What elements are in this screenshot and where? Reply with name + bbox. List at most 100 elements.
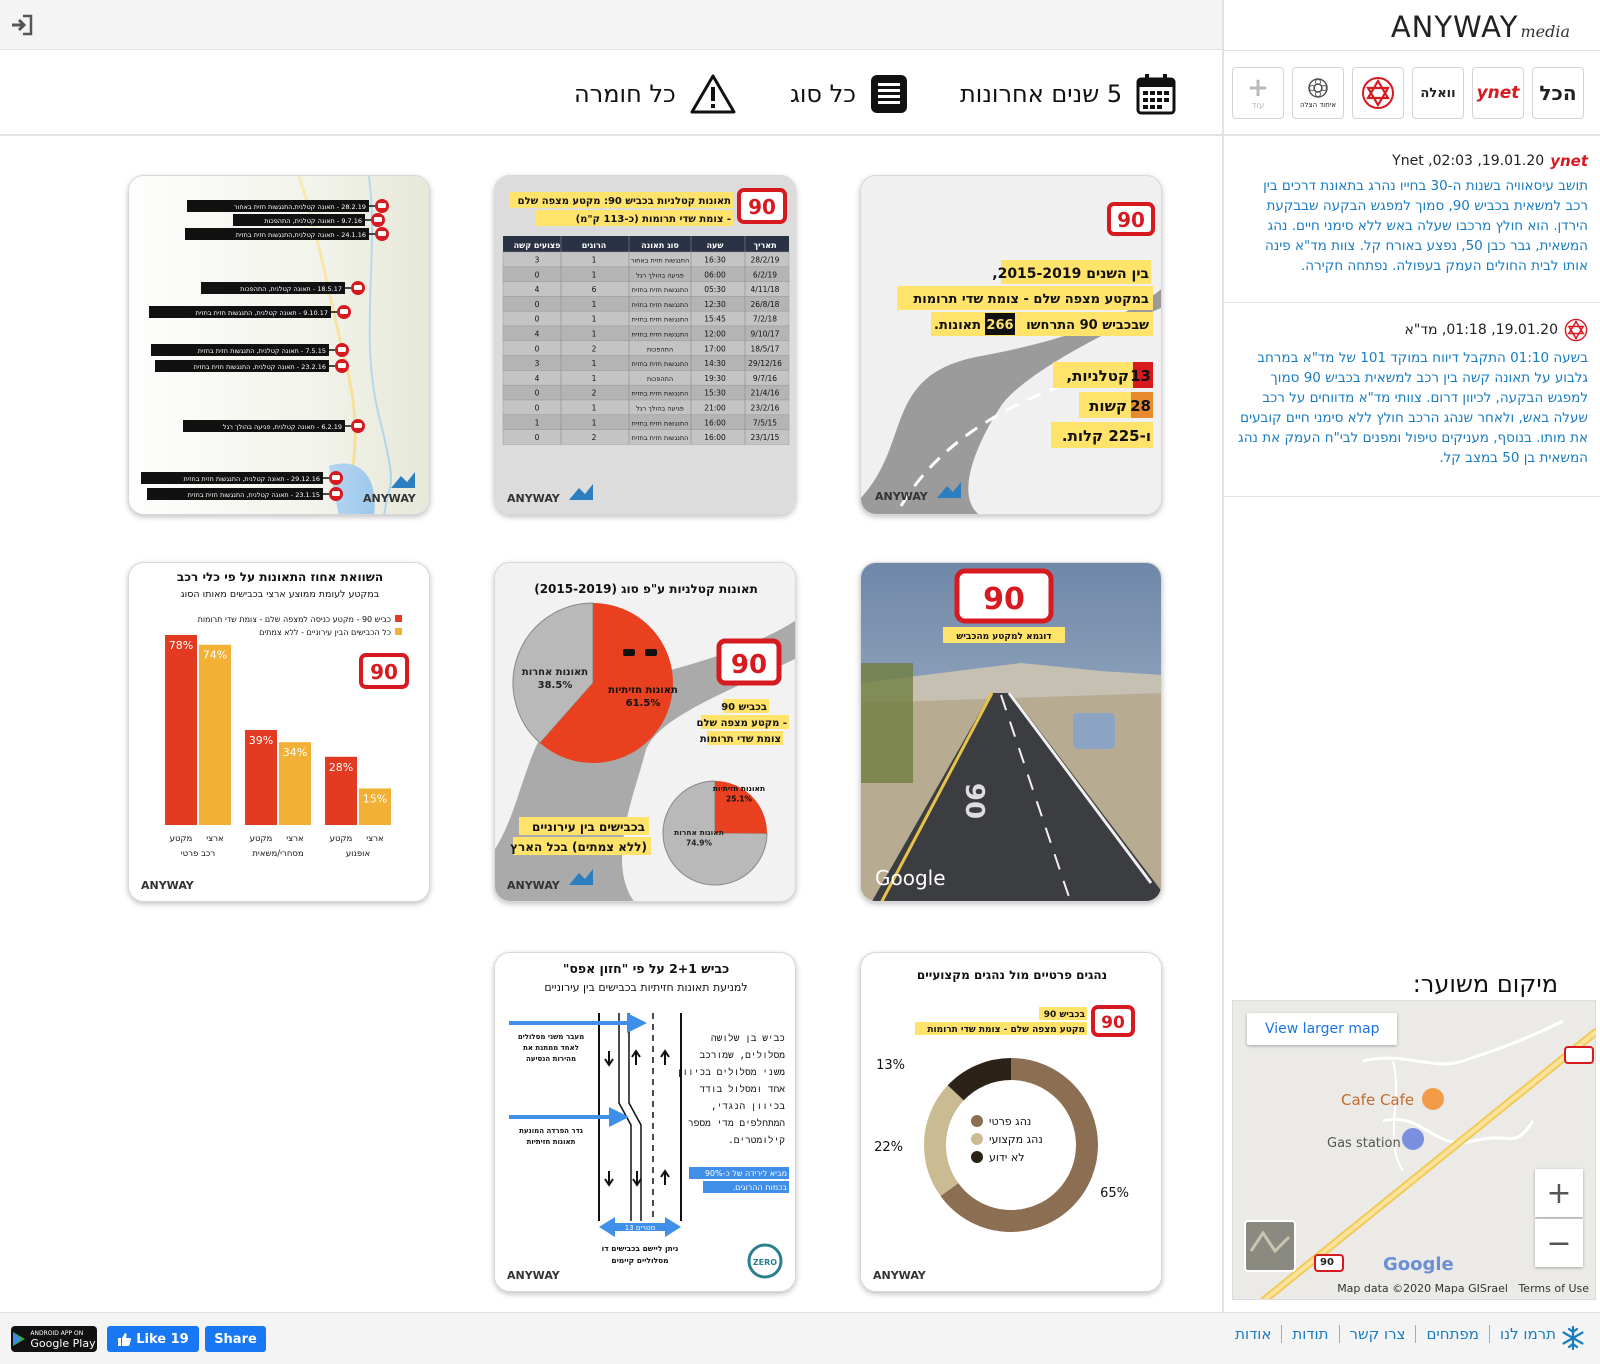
anyway-logo[interactable]: ANYWAY media (1391, 10, 1570, 44)
donut-chart: נהגים פרטיים מול נהגים מקצועיים 90 בכביש… (861, 953, 1161, 1291)
diagram-title: כביש 2+1 על פי "חזון אפס" (563, 961, 729, 976)
painted-road-number: 90 (959, 783, 989, 819)
table-cell: 06:00 (704, 270, 726, 279)
car-icon-shape (378, 231, 386, 236)
source-all-button[interactable]: הכל (1532, 67, 1584, 119)
table-cell: התנגשות חזית בחזית (632, 419, 689, 427)
infographic-card-bars[interactable]: השוואת אחוז התאונות על פי כלי רכב במקטע … (128, 562, 430, 902)
road-number: 90 (1117, 208, 1145, 232)
description-line: אחד ומסלול בודד (699, 1083, 785, 1095)
table-cell: התהפכות (647, 345, 673, 353)
news-item[interactable]: ynet Ynet ,02:03 ,19.01.20 תושב עיסאוויה… (1238, 152, 1588, 276)
map-zoom-in-button[interactable]: + (1535, 1169, 1583, 1217)
sign-in-icon[interactable] (10, 14, 34, 36)
footer-link-about[interactable]: אודות (1235, 1325, 1271, 1343)
facebook-like-button[interactable]: Like 19 (107, 1326, 199, 1352)
table-cell: 12:00 (704, 330, 726, 339)
infographic-card-stats[interactable]: 90 בין השנים 2015-2019, במקטע מצפה שלם -… (860, 175, 1162, 515)
source-mda-button[interactable] (1352, 67, 1404, 119)
table-cell: 0 (535, 433, 540, 442)
legend-item: כל הכבישים הבין עירוניים - ללא צמתים (259, 628, 391, 637)
bar-tick-label: ארצי (286, 834, 303, 844)
divider (1224, 302, 1600, 303)
calendar-icon (1136, 74, 1176, 115)
infographic-card-road-design[interactable]: כביש 2+1 על פי "חזון אפס" למניעת תאונות … (494, 952, 796, 1292)
map-terms-link[interactable]: Terms of Use (1518, 1282, 1589, 1295)
table-cell: 4 (535, 374, 540, 383)
footer-link-contact[interactable]: צרו קשר (1350, 1325, 1406, 1343)
bar-value-label: 39% (249, 734, 273, 747)
diagram-note: מסלוליים קיימים (611, 1256, 668, 1265)
stat-line: במקטע מצפה שלם - צומת שדי תרומות (913, 292, 1149, 307)
footer-link-donate[interactable]: תרמו לנו (1500, 1325, 1556, 1343)
table-cell: 1 (592, 404, 597, 413)
arrow-caption: תאונות חזיתיות (527, 1138, 576, 1146)
stat-line: בין השנים 2015-2019, (992, 266, 1149, 282)
source-walla-button[interactable]: וואלה (1412, 67, 1464, 119)
table-cell: 9/7/16 (753, 374, 777, 383)
source-more-button[interactable]: + עוד (1232, 67, 1284, 119)
bar-value-label: 78% (169, 639, 193, 652)
donut-pct: 22% (874, 1140, 903, 1155)
table-cell: 1 (592, 256, 597, 265)
table-cell: 17:00 (704, 344, 726, 353)
map-zoom-out-button[interactable]: − (1535, 1219, 1583, 1267)
location-map[interactable]: View larger map Cafe Cafe Gas station 90… (1232, 1000, 1596, 1300)
map-poi-cafe[interactable]: Cafe Cafe (1341, 1091, 1414, 1109)
table-cell: התנגשות חזית באחור (631, 257, 690, 265)
legend-item: כביש 90 - מקטע כניסה למצפה שלם - צומת שד… (198, 615, 391, 624)
sidebar: ANYWAY media הכל ynet וואלה איחוד הצלה +… (1222, 0, 1600, 1312)
road-diagram: כביש 2+1 על פי "חזון אפס" למניעת תאונות … (495, 953, 795, 1291)
table-cell: התנגשות חזית בחזית (632, 316, 689, 324)
ynet-icon: ynet (1550, 152, 1588, 170)
snowflake-icon[interactable] (1560, 1325, 1586, 1351)
table-cell: 15:30 (704, 389, 726, 398)
infographic-card-map[interactable]: 28.2.19 - תאונה קטלנית,התנגשות חזית באחו… (128, 175, 430, 515)
date-filter[interactable]: 5 שנים אחרונות (960, 72, 1176, 116)
accident-label-text: 23.1.15 - תאונה קטלנית, התנגשות חזית בחז… (188, 491, 320, 499)
pie-caption: - מקטע מצפה שלם (697, 718, 787, 729)
pie-title: תאונות קטלניות ע"פ סוג (2015-2019) (534, 582, 758, 596)
pie-label: 25.1% (726, 795, 753, 804)
footer-link-thanks[interactable]: תודות (1292, 1325, 1328, 1343)
table-cell: 0 (535, 404, 540, 413)
map-attribution: Map data ©2020 Mapa GISrael Terms of Use (1337, 1282, 1589, 1295)
table-header-cell: סוג תאונה (641, 241, 679, 250)
google-play-icon (13, 1332, 26, 1346)
table-cell: 0 (535, 300, 540, 309)
anyway-brand: ANYWAY (363, 492, 417, 505)
warning-icon (690, 74, 736, 114)
table-cell: 7/2/18 (753, 315, 777, 324)
anyway-brand: ANYWAY (141, 879, 195, 892)
infographic-card-table[interactable]: 90 תאונות קטלניות בכביש 90: מקטע מצפה של… (494, 175, 796, 515)
donut-pct: 65% (1100, 1186, 1129, 1201)
infographic-card-pies[interactable]: תאונות קטלניות ע"פ סוג (2015-2019) 90 תא… (494, 562, 796, 902)
card-table-graphic: 90 תאונות קטלניות בכביש 90: מקטע מצפה של… (495, 176, 795, 514)
stat-line: קשות (1089, 397, 1127, 415)
map-poi-gas[interactable]: Gas station (1327, 1136, 1401, 1151)
news-item[interactable]: 19.01.20, 01:18, מד"א בשעה 01:10 התקבל ד… (1238, 318, 1588, 468)
news-header: 19.01.20, 01:18, מד"א (1238, 318, 1588, 342)
footer-link-developers[interactable]: מפתחים (1426, 1325, 1479, 1343)
car-icon-shape (378, 203, 386, 208)
view-larger-map-link[interactable]: View larger map (1247, 1013, 1398, 1045)
table-header-cell: שעה (707, 241, 724, 250)
infographic-card-donut[interactable]: נהגים פרטיים מול נהגים מקצועיים 90 בכביש… (860, 952, 1162, 1292)
link-separator (1281, 1325, 1283, 1343)
legend-dot (971, 1115, 983, 1127)
infographic-card-photo[interactable]: 90 דוגמא למקטע מהכביש 90 Google (860, 562, 1162, 902)
anyway-brand: ANYWAY (507, 1269, 561, 1282)
type-filter[interactable]: כל סוג (790, 72, 908, 116)
car-icon (623, 649, 635, 656)
severity-filter[interactable]: כל חומרה (574, 72, 736, 116)
table-cell: 15:45 (704, 315, 726, 324)
table-cell: פגיעה בהולך רגל (636, 405, 684, 413)
source-ichud-button[interactable]: איחוד הצלה (1292, 67, 1344, 119)
bar-value-label: 34% (283, 746, 307, 759)
table-cell: 26/8/18 (751, 300, 780, 309)
facebook-share-button[interactable]: Share (205, 1326, 266, 1352)
google-play-badge[interactable]: ANDROID APP ON Google Play (11, 1326, 97, 1352)
like-label: Like 19 (136, 1331, 189, 1347)
source-ynet-button[interactable]: ynet (1472, 67, 1524, 119)
bar-group-label: רכב פרטי (181, 849, 216, 859)
